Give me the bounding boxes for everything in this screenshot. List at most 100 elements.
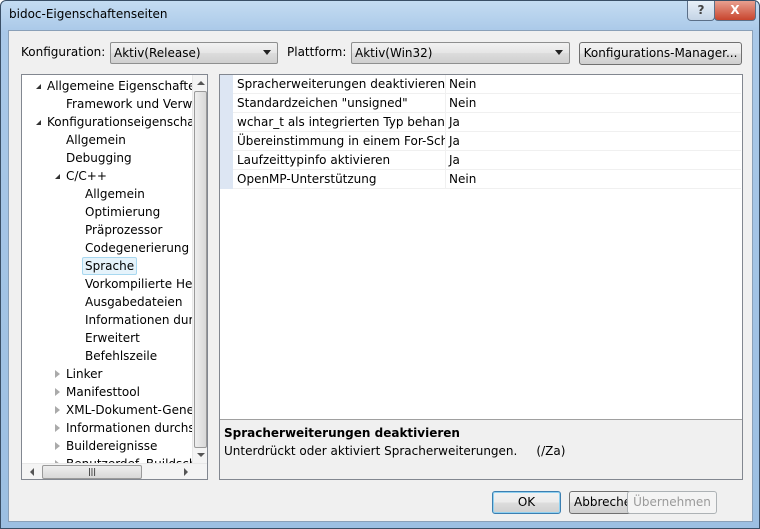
property-row[interactable]: Laufzeittypinfo aktivieren Ja xyxy=(233,151,741,170)
scroll-right-icon[interactable] xyxy=(184,468,188,476)
platform-label: Plattform: xyxy=(287,45,347,59)
collapsed-arrow-icon[interactable] xyxy=(55,442,60,450)
tree-item[interactable]: Benutzerdef. Buildschritt xyxy=(22,455,192,463)
config-dropdown[interactable]: Aktiv(Release) xyxy=(110,42,278,64)
tree-item-label: Präprozessor xyxy=(85,223,163,237)
dialog-client: Konfiguration: Aktiv(Release) Plattform:… xyxy=(8,30,753,522)
expanded-arrow-icon[interactable] xyxy=(36,120,41,125)
scroll-up-icon[interactable] xyxy=(197,81,205,85)
property-value[interactable]: Nein xyxy=(445,170,741,188)
scroll-left-icon[interactable] xyxy=(30,468,34,476)
expanded-arrow-icon[interactable] xyxy=(36,84,41,89)
cancel-button[interactable]: Abbrechen xyxy=(569,491,635,514)
window-title: bidoc-Eigenschaftenseiten xyxy=(9,7,168,21)
property-value[interactable]: Nein xyxy=(445,94,741,112)
property-value[interactable]: Ja xyxy=(445,113,741,131)
tree-item[interactable]: Ausgabedateien xyxy=(22,293,192,311)
tree-item-label: Konfigurationseigenschaften xyxy=(47,115,192,129)
chevron-down-icon xyxy=(263,50,271,55)
chevron-down-icon xyxy=(555,50,563,55)
description-pane: Spracherweiterungen deaktivieren Unterdr… xyxy=(220,419,742,479)
category-tree: Allgemeine Eigenschaften Framework und Ve… xyxy=(21,74,208,480)
tree-item-label: Buildereignisse xyxy=(66,439,158,453)
property-name: Laufzeittypinfo aktivieren xyxy=(237,153,391,167)
tree-item[interactable]: XML-Dokument-Generator xyxy=(22,401,192,419)
property-row[interactable]: Übereinstimmung in einem For-Schleifenbe… xyxy=(233,132,741,151)
tree-item-label: Vorkompilierte Header xyxy=(85,277,192,291)
tree-item[interactable]: Linker xyxy=(22,365,192,383)
tree-item-label: Linker xyxy=(66,367,103,381)
tree-item-label: Framework und Verweise xyxy=(66,97,192,111)
property-name: OpenMP-Unterstützung xyxy=(237,172,377,186)
tree-item-label: Ausgabedateien xyxy=(85,295,183,309)
configuration-manager-button[interactable]: Konfigurations-Manager... xyxy=(579,42,742,65)
tree-item[interactable]: Informationen durchsuchen xyxy=(22,311,192,329)
tree-item[interactable]: Befehlszeile xyxy=(22,347,192,365)
vertical-scrollbar[interactable] xyxy=(192,75,207,463)
help-button[interactable]: ? xyxy=(687,1,715,21)
tree-item-label: Allgemein xyxy=(85,187,145,201)
tree-item-label: Erweitert xyxy=(85,331,140,345)
tree-item-label: Debugging xyxy=(66,151,132,165)
tree-item-label: Manifesttool xyxy=(66,385,140,399)
config-label: Konfiguration: xyxy=(21,45,106,59)
property-name: wchar_t als integrierten Typ behandeln xyxy=(237,115,445,129)
tree-item[interactable]: Informationen durchsuchen xyxy=(22,419,192,437)
expanded-arrow-icon[interactable] xyxy=(55,174,60,179)
collapsed-arrow-icon[interactable] xyxy=(55,388,60,396)
apply-button[interactable]: Übernehmen xyxy=(627,491,717,514)
tree-item-label: XML-Dokument-Generator xyxy=(66,403,192,417)
property-row[interactable]: wchar_t als integrierten Typ behandelnJa xyxy=(233,113,741,132)
property-value[interactable]: Ja xyxy=(445,132,741,150)
tree-item[interactable]: Optimierung xyxy=(22,203,192,221)
platform-value: Aktiv(Win32) xyxy=(355,46,433,60)
tree-item-label: Informationen durchsuchen xyxy=(85,313,192,327)
tree-item[interactable]: Debugging xyxy=(22,149,192,167)
tree-item[interactable]: Framework und Verweise xyxy=(22,95,192,113)
tree-item[interactable]: Erweitert xyxy=(22,329,192,347)
tree-item-label: Allgemein xyxy=(66,133,126,147)
ok-button[interactable]: OK xyxy=(492,491,561,514)
tree-item-label: Befehlszeile xyxy=(85,349,158,363)
config-value: Aktiv(Release) xyxy=(114,46,201,60)
collapsed-arrow-icon[interactable] xyxy=(55,370,60,378)
tree-item[interactable]: Codegenerierung xyxy=(22,239,192,257)
tree-item[interactable]: Vorkompilierte Header xyxy=(22,275,192,293)
tree-item-label: Informationen durchsuchen xyxy=(66,421,192,435)
tree-item-label: Codegenerierung xyxy=(85,241,190,255)
tree-item-label: Benutzerdef. Buildschritt xyxy=(66,455,192,463)
collapsed-arrow-icon[interactable] xyxy=(55,424,60,432)
scroll-down-icon[interactable] xyxy=(197,453,205,457)
tree-item-label: Optimierung xyxy=(85,205,161,219)
tree-item[interactable]: Buildereignisse xyxy=(22,437,192,455)
tree-item-label: C/C++ xyxy=(66,169,107,183)
property-row[interactable]: Spracherweiterungen deaktivieren Nein xyxy=(233,75,741,94)
tree-item[interactable]: C/C++ xyxy=(22,167,192,185)
tree-item[interactable]: Manifesttool xyxy=(22,383,192,401)
horizontal-scrollbar[interactable]: ||| xyxy=(22,463,207,479)
scroll-thumb-horizontal[interactable]: ||| xyxy=(42,465,142,479)
tree-item-label: Allgemeine Eigenschaften xyxy=(47,79,192,93)
description-text: Unterdrückt oder aktiviert Spracherweite… xyxy=(224,444,566,458)
scroll-thumb[interactable] xyxy=(194,91,207,448)
property-value[interactable]: Nein xyxy=(445,75,741,93)
tree-item[interactable]: Allgemein xyxy=(22,185,192,203)
tree-item[interactable]: Konfigurationseigenschaften xyxy=(22,113,192,131)
property-value[interactable]: Ja xyxy=(445,151,741,169)
dialog-window: bidoc-Eigenschaftenseiten ? X Konfigurat… xyxy=(0,0,760,529)
property-name: Übereinstimmung in einem For-Schleifenbe… xyxy=(237,134,445,148)
tree-item[interactable]: Präprozessor xyxy=(22,221,192,239)
property-name: Spracherweiterungen deaktivieren xyxy=(237,77,445,91)
description-title: Spracherweiterungen deaktivieren xyxy=(224,426,460,440)
property-name: Standardzeichen "unsigned" xyxy=(237,96,408,110)
close-button[interactable]: X xyxy=(714,1,756,21)
property-panel: Spracherweiterungen deaktivieren Nein Stan… xyxy=(219,74,743,480)
platform-dropdown[interactable]: Aktiv(Win32) xyxy=(351,42,570,64)
tree-item-label: Sprache xyxy=(82,257,138,275)
tree-item[interactable]: Allgemein xyxy=(22,131,192,149)
tree-item[interactable]: Allgemeine Eigenschaften xyxy=(22,77,192,95)
property-row[interactable]: Standardzeichen "unsigned" Nein xyxy=(233,94,741,113)
property-row[interactable]: OpenMP-Unterstützung Nein xyxy=(233,170,741,189)
tree-item[interactable]: Sprache xyxy=(22,257,192,275)
collapsed-arrow-icon[interactable] xyxy=(55,406,60,414)
